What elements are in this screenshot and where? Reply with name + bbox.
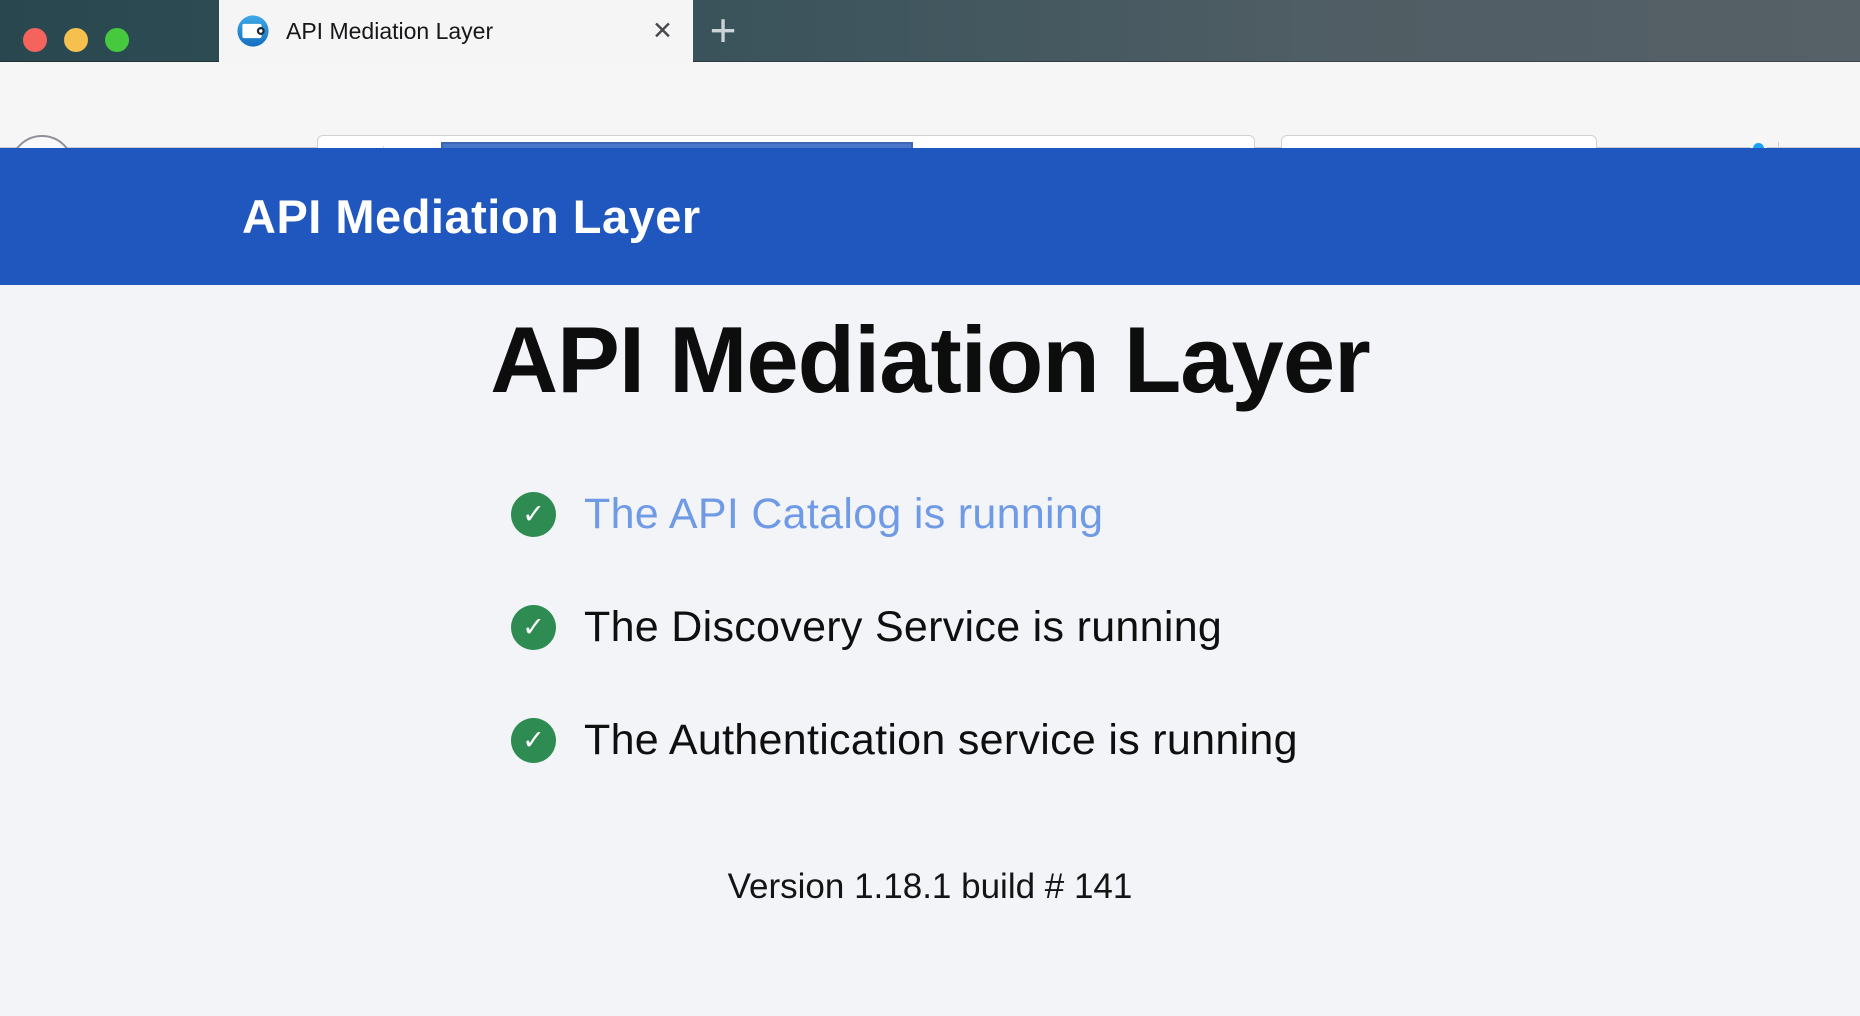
tab-close-icon[interactable]: ✕: [652, 19, 673, 44]
success-check-icon: ✓: [511, 718, 556, 763]
page-title: API Mediation Layer: [0, 285, 1860, 412]
tab-title: API Mediation Layer: [286, 18, 493, 45]
success-check-icon: ✓: [511, 492, 556, 537]
page-content: API Mediation Layer ✓ The API Catalog is…: [0, 285, 1860, 1016]
status-item-discovery-service: ✓ The Discovery Service is running: [511, 605, 1860, 650]
success-check-icon: ✓: [511, 605, 556, 650]
api-catalog-link[interactable]: The API Catalog is running: [584, 490, 1103, 539]
browser-tab[interactable]: API Mediation Layer ✕: [219, 0, 693, 62]
status-list: ✓ The API Catalog is running ✓ The Disco…: [0, 492, 1860, 763]
app-header-title: API Mediation Layer: [242, 148, 701, 285]
version-text: Version 1.18.1 build # 141: [0, 867, 1860, 907]
tab-favicon-icon: [236, 14, 270, 48]
new-tab-button[interactable]: +: [699, 9, 747, 53]
window-minimize-button[interactable]: [64, 28, 88, 52]
status-item-api-catalog: ✓ The API Catalog is running: [511, 492, 1860, 537]
discovery-service-status: The Discovery Service is running: [584, 603, 1222, 652]
status-item-authentication-service: ✓ The Authentication service is running: [511, 718, 1860, 763]
authentication-service-status: The Authentication service is running: [584, 716, 1298, 765]
window-zoom-button[interactable]: [105, 28, 129, 52]
tab-strip: API Mediation Layer ✕ +: [0, 0, 1860, 62]
window-close-button[interactable]: [23, 28, 47, 52]
navigation-toolbar: •••: [0, 62, 1860, 148]
app-header: API API Mediation Layer: [0, 148, 1860, 285]
